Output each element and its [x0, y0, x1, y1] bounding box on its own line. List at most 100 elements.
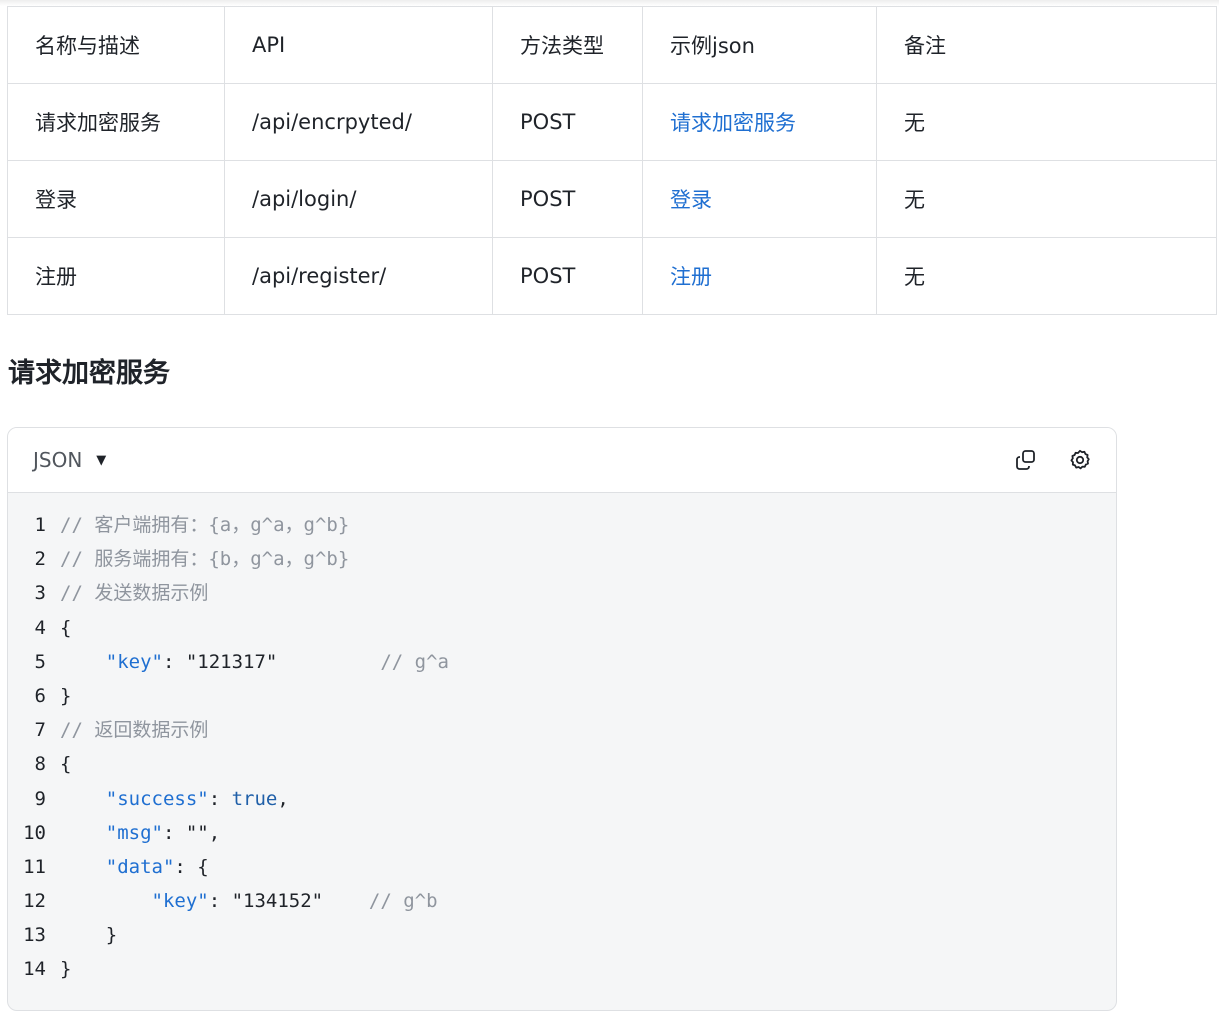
code-text: "data": { — [60, 850, 209, 884]
settings-button[interactable] — [1066, 446, 1094, 474]
code-key: "success" — [105, 787, 209, 810]
line-number: 4 — [34, 616, 46, 639]
code-token: : "", — [162, 821, 221, 844]
code-comment: // 返回数据示例 — [60, 719, 209, 742]
column-header-example: 示例json — [642, 6, 877, 84]
code-line: 3 // 发送数据示例 — [8, 576, 1116, 610]
code-token: { — [60, 616, 72, 639]
code-line: 12 "key": "134152" // g^b — [8, 884, 1116, 918]
code-comment: // 发送数据示例 — [60, 582, 209, 605]
code-key: "data" — [105, 855, 175, 878]
code-line: 2 // 服务端拥有：{b，g^a，g^b} — [8, 542, 1116, 576]
code-key: "key" — [151, 890, 209, 913]
code-block: JSON ▼ 1// 客户端拥有：{a，g^a，g^b} 2// 服务端拥有：{… — [7, 427, 1117, 1011]
language-label: JSON — [33, 448, 83, 472]
table-header-row: 名称与描述 API 方法类型 示例json 备注 — [7, 6, 1217, 84]
code-line: 4{ — [8, 611, 1116, 645]
code-line: 8{ — [8, 747, 1116, 781]
code-line: 7 // 返回数据示例 — [8, 713, 1116, 747]
code-text: "key": "134152" // g^b — [60, 884, 438, 918]
code-line: 5 "key": "121317" // g^a — [8, 645, 1116, 679]
table-row: 请求加密服务 /api/encrpyted/ POST 请求加密服务 无 — [7, 83, 1217, 161]
code-token: : — [208, 787, 232, 810]
cell-example: 请求加密服务 — [642, 83, 877, 161]
code-token: } — [60, 684, 72, 707]
code-text: } — [60, 918, 117, 952]
column-header-name: 名称与描述 — [7, 6, 225, 84]
code-text: // 发送数据示例 — [60, 576, 208, 610]
cell-api: /api/register/ — [224, 237, 493, 315]
cell-name: 请求加密服务 — [7, 83, 225, 161]
code-text: // 客户端拥有：{a，g^a，g^b} — [60, 508, 349, 542]
cell-api: /api/login/ — [224, 160, 493, 238]
code-text: // 服务端拥有：{b，g^a，g^b} — [60, 542, 349, 576]
code-token: : "134152" — [208, 890, 369, 913]
code-token: : "121317" — [162, 650, 381, 673]
line-number: 6 — [34, 684, 46, 707]
code-text: } — [60, 679, 71, 713]
code-key: "msg" — [105, 821, 163, 844]
cell-example: 登录 — [642, 160, 877, 238]
line-number: 2 — [34, 548, 46, 571]
code-text: "key": "121317" // g^a — [60, 645, 449, 679]
code-line: 10 "msg": "", — [8, 816, 1116, 850]
example-link-register[interactable]: 注册 — [670, 265, 712, 289]
column-header-api: API — [224, 6, 493, 84]
copy-button[interactable] — [1012, 446, 1040, 474]
api-table: 名称与描述 API 方法类型 示例json 备注 请求加密服务 /api/enc… — [7, 6, 1217, 315]
column-header-method: 方法类型 — [492, 6, 643, 84]
code-block-header: JSON ▼ — [8, 428, 1116, 493]
caret-down-icon: ▼ — [96, 452, 107, 468]
cell-note: 无 — [876, 160, 1217, 238]
example-link-encrypted[interactable]: 请求加密服务 — [670, 111, 796, 135]
line-number: 14 — [23, 958, 46, 981]
code-text: "msg": "", — [60, 816, 220, 850]
cell-method: POST — [492, 160, 643, 238]
line-number: 12 — [23, 890, 46, 913]
code-token: , — [277, 787, 289, 810]
code-block-actions — [1012, 446, 1094, 474]
example-link-login[interactable]: 登录 — [670, 188, 712, 212]
code-boolean: true — [231, 787, 278, 810]
copy-icon — [1016, 450, 1035, 470]
code-comment: // 服务端拥有：{b，g^a，g^b} — [60, 548, 350, 571]
cell-method: POST — [492, 237, 643, 315]
code-text: "success": true, — [60, 782, 289, 816]
code-key: "key" — [105, 650, 163, 673]
column-header-note: 备注 — [876, 6, 1217, 84]
cell-method: POST — [492, 83, 643, 161]
code-editor[interactable]: 1 // 客户端拥有：{a，g^a，g^b} 2 // 服务端拥有：{b，g^a，g^… — [8, 493, 1116, 987]
code-token: } — [60, 958, 72, 981]
line-number: 11 — [23, 855, 46, 878]
line-number: 13 — [23, 924, 46, 947]
code-text: { — [60, 747, 71, 781]
code-line: 1 // 客户端拥有：{a，g^a，g^b} — [8, 508, 1116, 542]
line-number: 8 — [34, 753, 46, 776]
code-comment: // g^a — [380, 650, 449, 673]
gear-icon — [1070, 449, 1090, 470]
code-line: 13 } — [8, 918, 1116, 952]
line-number: 5 — [34, 650, 46, 673]
code-comment: // g^b — [368, 890, 438, 913]
code-token: { — [60, 753, 72, 776]
cell-api: /api/encrpyted/ — [224, 83, 493, 161]
language-select[interactable]: JSON ▼ — [33, 448, 106, 472]
code-text: } — [60, 952, 71, 986]
section-title: 请求加密服务 — [8, 358, 170, 389]
code-text: { — [60, 611, 71, 645]
code-token: : { — [174, 855, 209, 878]
line-number: 10 — [23, 821, 46, 844]
code-comment: // 客户端拥有：{a，g^a，g^b} — [60, 514, 350, 536]
code-line: 6} — [8, 679, 1116, 713]
cell-name: 登录 — [7, 160, 225, 238]
line-number: 7 — [34, 719, 46, 742]
cell-note: 无 — [876, 237, 1217, 315]
cell-name: 注册 — [7, 237, 225, 315]
table-row: 登录 /api/login/ POST 登录 无 — [7, 160, 1217, 238]
code-text: // 返回数据示例 — [60, 713, 208, 747]
line-number: 3 — [34, 582, 46, 605]
